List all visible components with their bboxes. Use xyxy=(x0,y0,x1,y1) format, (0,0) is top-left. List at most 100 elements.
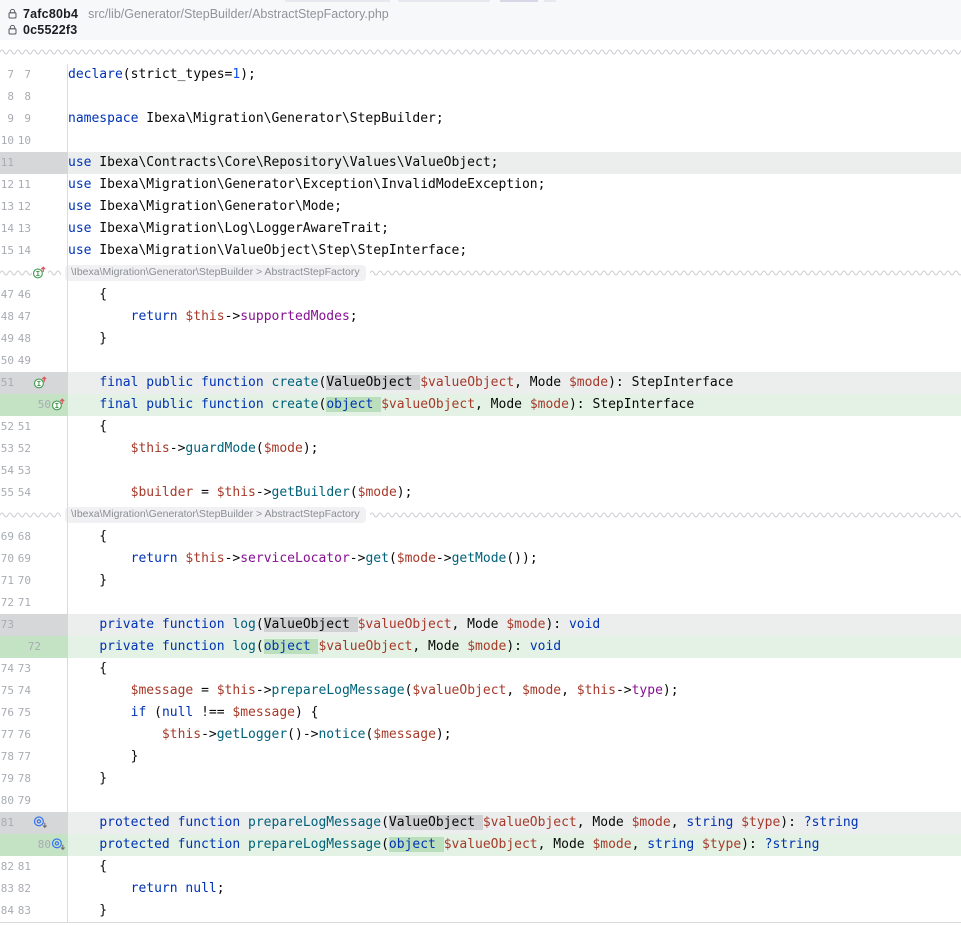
code-token: $mode xyxy=(467,639,506,654)
gutter: 7473 xyxy=(0,658,68,680)
code-line[interactable]: } xyxy=(68,570,961,592)
code-line[interactable]: { xyxy=(68,856,961,878)
code-token: use xyxy=(68,221,91,236)
changed-word: ValueObject xyxy=(264,617,358,632)
code-token: { xyxy=(68,287,107,302)
gutter: 1413 xyxy=(0,218,68,240)
line-number-new: 50 xyxy=(38,394,51,416)
line-number-new: 70 xyxy=(18,570,31,592)
code-token: , xyxy=(506,683,522,698)
code-token: $mode xyxy=(264,441,303,456)
code-line[interactable]: use Ibexa\Migration\Generator\Exception\… xyxy=(68,174,961,196)
code-token: ( xyxy=(381,815,389,830)
breadcrumb-chip[interactable]: \Ibexa\Migration\Generator\StepBuilder >… xyxy=(65,265,366,281)
method-overridden-icon[interactable] xyxy=(51,837,66,852)
line-number-old: 70 xyxy=(1,548,14,570)
code-token xyxy=(240,837,248,852)
code-line[interactable]: return $this->serviceLocator->get($mode-… xyxy=(68,548,961,570)
code-line[interactable]: } xyxy=(68,328,961,350)
code-line[interactable]: } xyxy=(68,900,961,922)
code-token: ?string xyxy=(804,815,859,830)
line-number-old: 49 xyxy=(1,328,14,350)
code-line[interactable] xyxy=(68,460,961,482)
code-line[interactable]: if (null !== $message) { xyxy=(68,702,961,724)
code-line[interactable]: $this->guardMode($mode); xyxy=(68,438,961,460)
code-line[interactable]: $message = $this->prepareLogMessage($val… xyxy=(68,680,961,702)
code-line[interactable] xyxy=(68,130,961,152)
gutter: 80 xyxy=(0,834,68,856)
code-token: $valueObject xyxy=(358,617,452,632)
wavy-line xyxy=(370,510,961,520)
changed-word: object xyxy=(264,639,319,654)
code-line[interactable]: use Ibexa\Contracts\Core\Repository\Valu… xyxy=(68,152,961,174)
gutter: 7675 xyxy=(0,702,68,724)
code-token: $this xyxy=(185,309,224,324)
code-line[interactable]: $this->getLogger()->notice($message); xyxy=(68,724,961,746)
code-line[interactable]: use Ibexa\Migration\Log\LoggerAwareTrait… xyxy=(68,218,961,240)
diff-line: 77declare(strict_types=1); xyxy=(0,64,961,86)
line-number-old: 15 xyxy=(1,240,14,262)
code-line[interactable]: { xyxy=(68,526,961,548)
gutter: 11 xyxy=(0,152,68,174)
code-token: , Mode xyxy=(538,837,593,852)
code-token: $mode xyxy=(522,683,561,698)
code-line[interactable]: { xyxy=(68,416,961,438)
code-token: $this xyxy=(185,551,224,566)
code-line[interactable]: protected function prepareLogMessage(Val… xyxy=(68,812,961,834)
code-line[interactable]: protected function prepareLogMessage(obj… xyxy=(68,834,961,856)
line-number-new: 76 xyxy=(18,724,31,746)
gutter: 5049 xyxy=(0,350,68,372)
code-line[interactable]: use Ibexa\Migration\Generator\Mode; xyxy=(68,196,961,218)
code-token: getBuilder xyxy=(272,485,350,500)
breadcrumb-chip[interactable]: \Ibexa\Migration\Generator\StepBuilder >… xyxy=(65,507,366,523)
code-token: ( xyxy=(350,485,358,500)
code-token: prepareLogMessage xyxy=(248,837,381,852)
diff-line: 73 private function log(ValueObject $val… xyxy=(0,614,961,636)
code-line[interactable]: final public function create(object $val… xyxy=(68,394,961,416)
implements-interface-icon[interactable] xyxy=(32,265,48,280)
code-token: null xyxy=(185,881,216,896)
code-line[interactable] xyxy=(68,592,961,614)
code-line[interactable]: { xyxy=(68,284,961,306)
code-token: , xyxy=(671,815,687,830)
code-token: } xyxy=(68,573,107,588)
line-number-new: 48 xyxy=(18,328,31,350)
gutter: 7978 xyxy=(0,768,68,790)
code-line[interactable]: private function log(ValueObject $valueO… xyxy=(68,614,961,636)
diff-line: 7170 } xyxy=(0,570,961,592)
code-line[interactable]: } xyxy=(68,768,961,790)
code-line[interactable]: { xyxy=(68,658,961,680)
line-number-old: 79 xyxy=(1,768,14,790)
gutter: 1211 xyxy=(0,174,68,196)
code-token: string xyxy=(686,815,733,830)
code-token xyxy=(264,397,272,412)
method-overridden-icon[interactable] xyxy=(33,815,48,830)
code-line[interactable]: namespace Ibexa\Migration\Generator\Step… xyxy=(68,108,961,130)
code-token: serviceLocator xyxy=(240,551,350,566)
code-line[interactable]: declare(strict_types=1); xyxy=(68,64,961,86)
code-token xyxy=(68,727,162,742)
gutter: 7069 xyxy=(0,548,68,570)
code-token: , Mode xyxy=(514,375,569,390)
code-line[interactable]: return $this->supportedModes; xyxy=(68,306,961,328)
code-token: ); xyxy=(240,67,256,82)
code-line[interactable]: use Ibexa\Migration\ValueObject\Step\Ste… xyxy=(68,240,961,262)
code-line[interactable]: return null; xyxy=(68,878,961,900)
code-line[interactable] xyxy=(68,350,961,372)
gutter: 72 xyxy=(0,636,68,658)
code-line[interactable]: } xyxy=(68,746,961,768)
code-token xyxy=(68,551,131,566)
code-line[interactable] xyxy=(68,790,961,812)
code-line[interactable]: private function log(object $valueObject… xyxy=(68,636,961,658)
code-token: create xyxy=(272,375,319,390)
implements-interface-icon[interactable] xyxy=(51,397,66,412)
line-number-new: 77 xyxy=(18,746,31,768)
gutter: 4746 xyxy=(0,284,68,306)
code-line[interactable] xyxy=(68,86,961,108)
implements-interface-icon[interactable] xyxy=(33,375,48,390)
line-number-old: 71 xyxy=(1,570,14,592)
code-line[interactable]: $builder = $this->getBuilder($mode); xyxy=(68,482,961,504)
line-number-new: 75 xyxy=(18,702,31,724)
code-line[interactable]: final public function create(ValueObject… xyxy=(68,372,961,394)
diff-line: 7776 $this->getLogger()->notice($message… xyxy=(0,724,961,746)
